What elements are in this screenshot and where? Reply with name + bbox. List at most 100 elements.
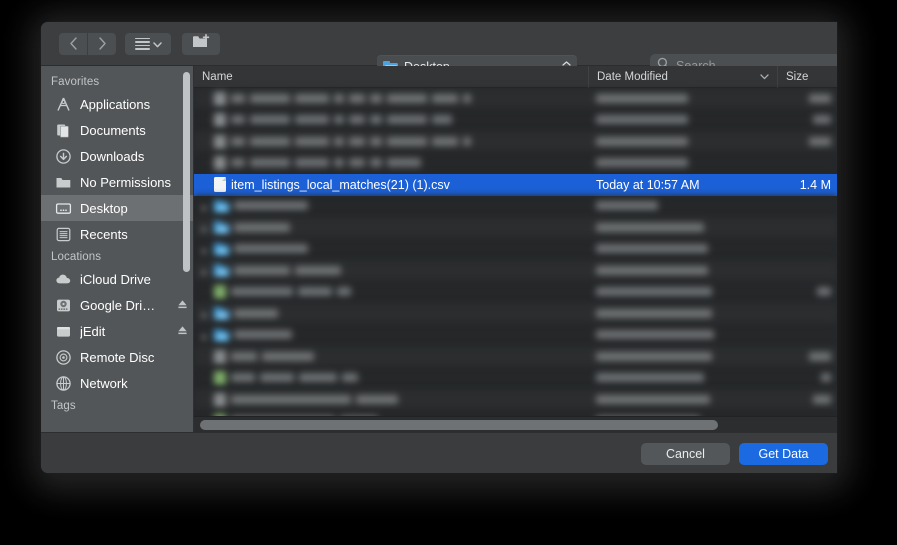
table-row[interactable] — [194, 152, 837, 174]
sidebar-item-jedit[interactable]: jEdit — [41, 318, 194, 344]
sidebar-section-header: Favorites — [51, 76, 100, 88]
file-name-label — [234, 199, 313, 213]
chevron-left-icon — [69, 37, 78, 50]
table-row[interactable] — [194, 367, 837, 389]
cell-name — [194, 264, 588, 278]
cell-name — [194, 328, 588, 342]
generic-file-icon — [214, 349, 226, 364]
file-name-label — [231, 113, 457, 127]
horizontal-scrollbar-thumb[interactable] — [200, 420, 718, 430]
sidebar-item-recents[interactable]: Recents — [41, 221, 194, 247]
cell-name — [194, 392, 588, 407]
sidebar-scrollbar[interactable] — [183, 72, 190, 272]
file-name-label — [231, 135, 476, 149]
column-headers: Name Date Modified Size — [194, 66, 837, 88]
cloud-icon — [55, 271, 72, 288]
sidebar-item-label: Applications — [80, 96, 151, 112]
sidebar-item-desktop[interactable]: Desktop — [41, 195, 194, 221]
table-row[interactable] — [194, 131, 837, 153]
sidebar-item-label: Google Dri… — [80, 297, 156, 313]
cell-date-modified — [588, 135, 777, 149]
disclosure-triangle-icon[interactable] — [200, 331, 209, 341]
folder-icon — [214, 199, 229, 213]
table-row[interactable]: item_listings_local_matches(21) (1).csv T… — [194, 174, 837, 196]
table-row[interactable] — [194, 88, 837, 110]
table-row[interactable] — [194, 195, 837, 217]
new-folder-icon — [192, 33, 211, 54]
cell-date-modified — [588, 221, 777, 235]
cell-size — [777, 135, 837, 149]
sidebar-item-label: Network — [80, 375, 128, 391]
sidebar-item-no-permissions[interactable]: No Permissions — [41, 169, 194, 195]
table-row[interactable] — [194, 346, 837, 368]
table-row[interactable] — [194, 260, 837, 282]
disclosure-triangle-icon[interactable] — [200, 266, 209, 277]
list-view-icon — [134, 37, 150, 50]
cell-date-modified — [588, 285, 777, 299]
table-row[interactable] — [194, 109, 837, 131]
cell-size — [777, 113, 837, 127]
toolbar: Desktop Search — [41, 22, 837, 78]
cell-date-modified — [588, 113, 777, 127]
table-row[interactable] — [194, 281, 837, 303]
chevron-down-icon — [760, 71, 769, 83]
sidebar-item-remote-disc[interactable]: Remote Disc — [41, 344, 194, 370]
cell-date-modified — [588, 242, 777, 256]
table-row[interactable] — [194, 324, 837, 346]
eject-icon[interactable] — [177, 324, 188, 339]
cell-date-modified — [588, 307, 777, 321]
sidebar-item-documents[interactable]: Documents — [41, 117, 194, 143]
table-row[interactable] — [194, 238, 837, 260]
eject-icon[interactable] — [177, 298, 188, 313]
column-header-size[interactable]: Size — [777, 66, 837, 88]
cell-date-modified — [588, 156, 777, 170]
cell-name: item_listings_local_matches(21) (1).csv — [194, 177, 588, 193]
recents-icon — [55, 226, 72, 243]
cell-date-modified — [588, 393, 777, 407]
applications-icon — [55, 96, 72, 113]
column-header-date-modified[interactable]: Date Modified — [588, 66, 777, 88]
new-folder-button[interactable] — [182, 32, 220, 55]
table-row[interactable] — [194, 303, 837, 325]
folder-icon — [55, 174, 72, 191]
file-name-label — [231, 285, 356, 299]
sidebar-item-label: Remote Disc — [80, 349, 155, 365]
disclosure-triangle-icon[interactable] — [200, 223, 209, 234]
dialog-footer: Cancel Get Data — [41, 432, 837, 473]
sidebar-item-applications[interactable]: Applications — [41, 91, 194, 117]
cell-name — [194, 134, 588, 149]
folder-icon — [214, 264, 229, 278]
cell-date-modified — [588, 92, 777, 106]
column-header-name[interactable]: Name — [194, 66, 588, 88]
disclosure-triangle-icon[interactable] — [200, 245, 209, 255]
horizontal-scrollbar[interactable] — [194, 416, 837, 432]
file-name-label — [234, 328, 297, 342]
file-name-label — [231, 371, 363, 385]
folder-icon — [214, 328, 229, 342]
file-name-label — [231, 92, 476, 106]
cell-size — [777, 371, 837, 385]
folder-icon — [214, 242, 229, 256]
generic-file-icon — [214, 156, 226, 171]
cell-name — [194, 242, 588, 256]
cell-name — [194, 221, 588, 235]
back-button[interactable] — [59, 32, 87, 55]
disclosure-triangle-icon[interactable] — [200, 309, 209, 320]
file-name-label: item_listings_local_matches(21) (1).csv — [231, 177, 450, 192]
get-data-button[interactable]: Get Data — [739, 443, 828, 465]
table-row[interactable] — [194, 217, 837, 239]
table-row[interactable] — [194, 389, 837, 411]
sidebar-item-label: No Permissions — [80, 174, 172, 190]
sidebar-item-google-dri[interactable]: Google Dri… — [41, 292, 194, 318]
sidebar-item-icloud-drive[interactable]: iCloud Drive — [41, 266, 194, 292]
hard-drive-icon — [55, 297, 72, 314]
forward-button[interactable] — [88, 32, 116, 55]
file-name-label — [231, 350, 319, 364]
documents-icon — [55, 122, 72, 139]
disclosure-triangle-icon[interactable] — [200, 202, 209, 212]
view-mode-button[interactable] — [125, 32, 171, 55]
cancel-button[interactable]: Cancel — [641, 443, 730, 465]
sidebar-item-downloads[interactable]: Downloads — [41, 143, 194, 169]
sidebar-item-network[interactable]: Network — [41, 370, 194, 396]
sidebar-item-label: Recents — [80, 226, 128, 242]
